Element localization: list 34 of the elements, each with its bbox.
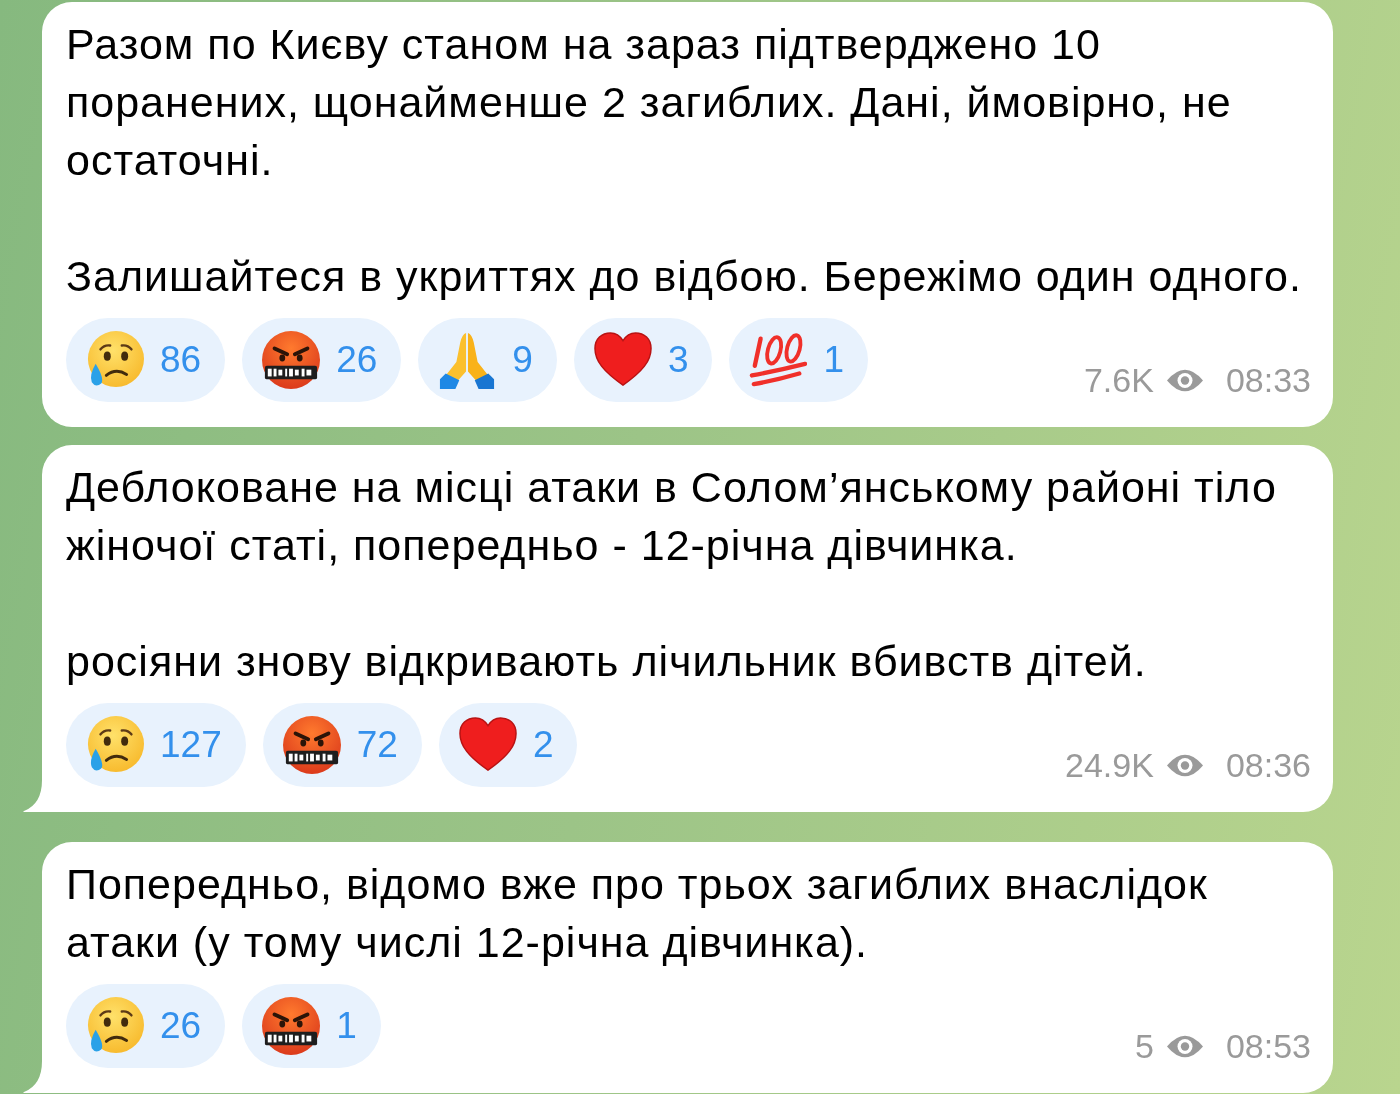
hundred-points-icon (749, 331, 808, 389)
message-time: 08:53 (1225, 1026, 1311, 1066)
cursing-face-icon (282, 716, 341, 774)
eye-icon (1165, 367, 1204, 393)
reaction-button[interactable]: 3 (573, 318, 713, 402)
reaction-button[interactable]: 127 (66, 703, 246, 787)
view-count: 24.9K (1065, 745, 1154, 785)
message-time: 08:33 (1225, 360, 1311, 400)
message-text: Залишайтеся в укриттях до відбою. Бережімо один одного. (66, 251, 1303, 302)
message-text: Попередньо, відомо вже про трьох загиблих внаслідок атаки (у тому числі 12-річна дівчинка). (66, 859, 1209, 968)
reaction-button[interactable]: 72 (262, 703, 422, 787)
crying-face-icon (86, 716, 144, 774)
reaction-button[interactable]: 2 (438, 703, 578, 787)
cursing-face-icon (262, 997, 321, 1055)
message-text: Деблоковане на місці атаки в Солом’янському районі тіло жіночої статі, попередньо - 12-річна дівчинка. (66, 462, 1278, 571)
reaction-button[interactable]: 1 (729, 318, 869, 402)
reaction-button[interactable]: 26 (66, 984, 226, 1068)
reaction-button[interactable]: 9 (418, 318, 557, 402)
reaction-button[interactable]: 26 (242, 318, 402, 402)
cursing-face-icon (262, 331, 321, 389)
crying-face-icon (86, 997, 144, 1055)
eye-icon (1165, 752, 1204, 778)
message-time: 08:36 (1225, 745, 1311, 785)
reaction-button[interactable]: 1 (242, 984, 381, 1068)
heart-icon (593, 331, 652, 389)
eye-icon (1165, 1033, 1204, 1059)
reaction-button[interactable]: 86 (66, 318, 226, 402)
message-text: Разом по Києву станом на зараз підтверджено 10 поранених, щонайменше 2 загиблих. Дані, ймовірно, не остаточні. (66, 19, 1233, 186)
praying-hands-icon (438, 331, 497, 389)
heart-icon (458, 716, 517, 774)
message-text: росіяни знову відкривають лічильник вбивств дітей. (66, 636, 1148, 687)
crying-face-icon (86, 331, 144, 389)
view-count: 7.6K (1083, 360, 1154, 400)
view-count: 5 (1135, 1026, 1154, 1066)
